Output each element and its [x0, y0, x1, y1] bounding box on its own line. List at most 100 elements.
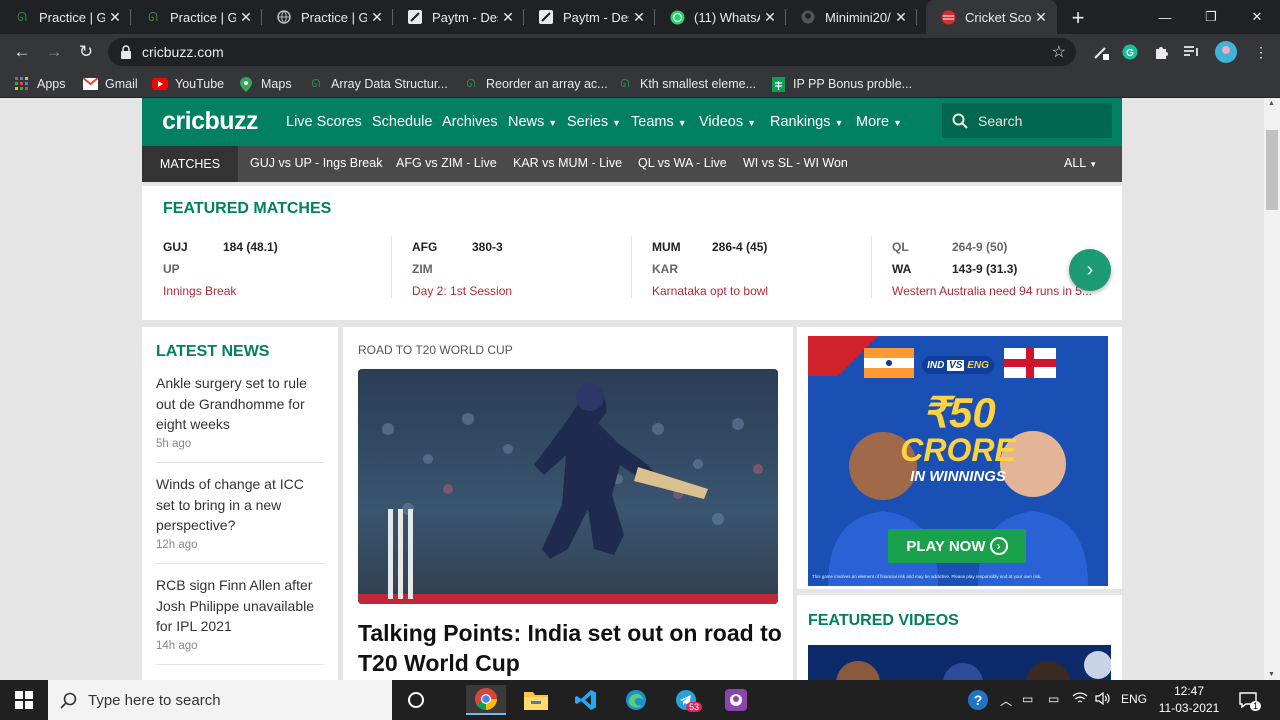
close-tab-icon[interactable]: ✕ — [367, 9, 387, 26]
scrollbar-thumb[interactable] — [1266, 130, 1278, 210]
browser-tab[interactable]: (11) WhatsApp ✕ — [655, 0, 786, 34]
chrome-taskbar-icon[interactable] — [466, 685, 506, 715]
task-view-icon[interactable] — [396, 685, 436, 715]
match-link[interactable]: KAR vs MUM - Live — [513, 156, 622, 170]
nav-schedule[interactable]: Schedule — [372, 114, 432, 130]
nav-series[interactable]: Series ▼ — [567, 114, 621, 130]
bookmark-youtube[interactable]: YouTube — [152, 70, 224, 98]
close-window-button[interactable]: ✕ — [1234, 0, 1280, 34]
nav-more[interactable]: More ▼ — [856, 114, 902, 130]
nav-rankings[interactable]: Rankings ▼ — [770, 114, 843, 130]
browser-tab-active[interactable]: Cricket Score ✕ — [926, 0, 1057, 34]
reading-list-icon[interactable] — [1183, 43, 1201, 61]
help-icon[interactable]: ? — [958, 685, 998, 715]
video-thumbnail[interactable] — [808, 645, 1112, 680]
nav-news[interactable]: News ▼ — [508, 114, 557, 130]
geeksforgeeks-icon: ᘏ — [148, 9, 158, 24]
file-explorer-icon[interactable] — [516, 685, 556, 715]
nav-live-scores[interactable]: Live Scores — [286, 114, 362, 130]
close-tab-icon[interactable]: ✕ — [760, 9, 780, 26]
browser-tab[interactable]: Minimini20/ ✕ — [786, 0, 917, 34]
scroll-down-icon[interactable]: ▼ — [1268, 671, 1275, 678]
wifi-icon[interactable] — [1072, 692, 1088, 708]
github-icon — [800, 9, 816, 25]
match-card[interactable]: MUM 286-4 (45) KAR Karnataka opt to bowl — [652, 236, 877, 302]
reload-button[interactable]: ↻ — [74, 40, 98, 64]
profile-avatar[interactable] — [1214, 40, 1238, 64]
story-headline[interactable]: Talking Points: India set out on road to… — [358, 618, 783, 678]
close-tab-icon[interactable]: ✕ — [498, 9, 518, 26]
close-tab-icon[interactable]: ✕ — [891, 9, 911, 26]
pen-extension-icon[interactable] — [1092, 43, 1110, 61]
browser-tab[interactable]: ᘏ Practice | GeeksforGeeks ✕ — [131, 0, 262, 34]
bookmark-label: IP PP Bonus proble... — [793, 77, 913, 91]
restore-button[interactable]: ❐ — [1188, 0, 1234, 34]
chrome-menu-icon[interactable]: ⋮ — [1252, 43, 1270, 61]
taskbar-search[interactable]: Type here to search — [48, 680, 392, 720]
browser-tab[interactable]: Paytm - Desktop ✕ — [524, 0, 655, 34]
nav-videos[interactable]: Videos ▼ — [699, 114, 756, 130]
language-indicator[interactable]: ENG — [1121, 692, 1147, 706]
match-card[interactable]: GUJ 184 (48.1) UP Innings Break — [163, 236, 388, 302]
grammarly-icon[interactable]: G — [1121, 43, 1139, 61]
bookmark-star-icon[interactable]: ☆ — [1052, 42, 1066, 62]
news-item[interactable]: RCB sign Finn Allen after Josh Philippe … — [156, 575, 324, 665]
minimize-button[interactable]: — — [1142, 0, 1188, 34]
browser-tab[interactable]: ᘏ Practice | GeeksforGeeks ✕ — [0, 0, 131, 34]
clock[interactable]: 12:47 11-03-2021 — [1154, 683, 1224, 717]
bookmark-kth-smallest[interactable]: ᘏ Kth smallest eleme... — [617, 70, 756, 98]
cricbuzz-logo[interactable]: cricbuzz — [162, 107, 259, 136]
close-tab-icon[interactable]: ✕ — [105, 9, 125, 26]
close-tab-icon[interactable]: ✕ — [236, 9, 256, 26]
chevron-up-icon[interactable]: ︿ — [1000, 692, 1012, 709]
new-tab-button[interactable]: + — [1066, 5, 1090, 31]
windows-start-icon[interactable] — [4, 685, 44, 715]
match-link[interactable]: AFG vs ZIM - Live — [396, 156, 497, 170]
vscode-icon[interactable] — [566, 685, 606, 715]
matches-label[interactable]: MATCHES — [142, 146, 238, 182]
team-name: GUJ — [163, 240, 188, 254]
volume-icon[interactable] — [1095, 691, 1111, 708]
edge-icon[interactable] — [616, 685, 656, 715]
extensions-puzzle-icon[interactable] — [1152, 43, 1170, 61]
bookmark-array-ds[interactable]: ᘏ Array Data Structur... — [308, 70, 447, 98]
dream11-ad[interactable]: IND VS ENG ₹50 CRORE IN WINNINGS PLAY NO… — [808, 336, 1108, 586]
play-now-button[interactable]: PLAY NOW › — [888, 529, 1026, 563]
divider — [631, 236, 632, 298]
news-item[interactable]: Winds of change at ICC set to bring in a… — [156, 474, 324, 564]
nav-archives[interactable]: Archives — [442, 114, 498, 130]
notification-center-icon[interactable]: 1 — [1228, 685, 1268, 715]
news-time: 14h ago — [156, 639, 198, 652]
tray-app-icon[interactable]: ▭ — [1022, 692, 1033, 706]
match-link[interactable]: QL vs WA - Live — [638, 156, 727, 170]
back-button[interactable]: ← — [10, 40, 34, 64]
address-bar[interactable]: cricbuzz.com ☆ — [108, 38, 1076, 66]
github-desktop-icon[interactable] — [716, 685, 756, 715]
site-search-box[interactable]: Search — [942, 103, 1112, 138]
telegram-badge: 53 — [686, 702, 703, 712]
scroll-up-icon[interactable]: ▲ — [1268, 100, 1275, 107]
bookmark-reorder-array[interactable]: ᘏ Reorder an array ac... — [463, 70, 607, 98]
team-score: 184 (48.1) — [223, 240, 278, 254]
all-matches-dropdown[interactable]: ALL ▼ — [1064, 156, 1097, 170]
battery-icon[interactable]: ▭ — [1048, 692, 1059, 706]
bookmark-gmail[interactable]: Gmail — [82, 70, 138, 98]
bookmark-label: Kth smallest eleme... — [640, 77, 757, 91]
next-matches-button[interactable]: › — [1069, 249, 1111, 291]
match-link[interactable]: GUJ vs UP - Ings Break — [250, 156, 382, 170]
telegram-icon[interactable]: 53 — [666, 685, 706, 715]
bookmark-maps[interactable]: Maps — [238, 70, 292, 98]
news-item[interactable]: Ankle surgery set to rule out de Grandho… — [156, 373, 324, 463]
close-tab-icon[interactable]: ✕ — [1031, 9, 1051, 26]
story-kicker[interactable]: ROAD TO T20 WORLD CUP — [358, 343, 513, 357]
nav-teams[interactable]: Teams ▼ — [631, 114, 687, 130]
browser-tab[interactable]: Practice | GeeksforGeeks ✕ — [262, 0, 393, 34]
bookmark-apps[interactable]: Apps — [14, 70, 66, 98]
story-image[interactable] — [358, 369, 778, 604]
match-card[interactable]: AFG 380-3 ZIM Day 2: 1st Session — [412, 236, 637, 302]
browser-tab[interactable]: Paytm - Desktop ✕ — [393, 0, 524, 34]
close-tab-icon[interactable]: ✕ — [629, 9, 649, 26]
forward-button[interactable]: → — [42, 40, 66, 64]
match-link[interactable]: WI vs SL - WI Won — [743, 156, 848, 170]
bookmark-ip-pp[interactable]: IP PP Bonus proble... — [770, 70, 912, 98]
